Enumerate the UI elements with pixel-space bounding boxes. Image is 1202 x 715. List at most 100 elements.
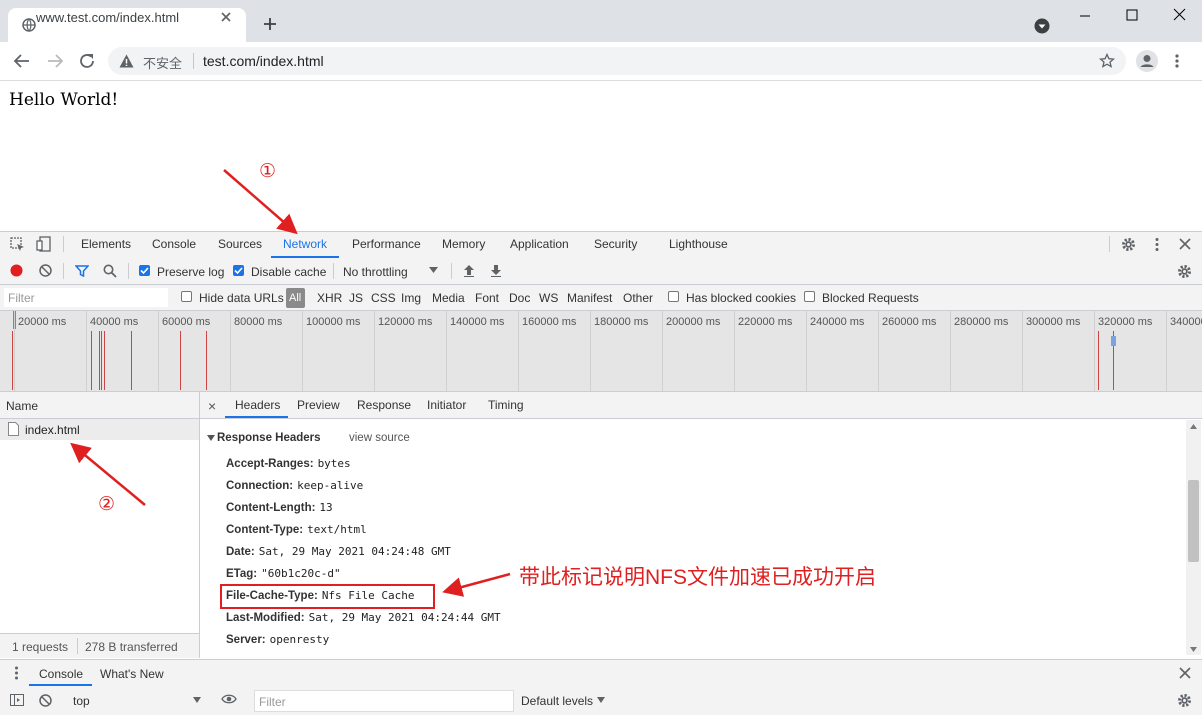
gear-icon[interactable]	[1121, 237, 1136, 252]
tab-performance[interactable]: Performance	[352, 237, 421, 251]
divider	[333, 263, 334, 279]
type-filter-manifest[interactable]: Manifest	[567, 291, 612, 305]
tab-sources[interactable]: Sources	[218, 237, 262, 251]
search-icon[interactable]	[103, 264, 117, 278]
tab-response[interactable]: Response	[357, 398, 411, 412]
close-devtools-icon[interactable]	[1179, 238, 1191, 250]
tab-preview[interactable]: Preview	[297, 398, 340, 412]
tab-lighthouse[interactable]: Lighthouse	[669, 237, 728, 251]
throttling-select[interactable]: No throttling	[343, 265, 408, 279]
tab-network[interactable]: Network	[283, 237, 327, 251]
timeline-gridline	[1094, 311, 1095, 391]
tab-title: www.test.com/index.html	[36, 10, 180, 25]
timeline-gridline	[590, 311, 591, 391]
forward-icon[interactable]	[46, 52, 64, 70]
context-select[interactable]: top	[73, 694, 90, 708]
disable-cache-checkbox[interactable]	[233, 265, 244, 276]
view-source-link[interactable]: view source	[349, 432, 410, 444]
drawer-tab-console[interactable]: Console	[39, 667, 83, 681]
maximize-icon[interactable]	[1117, 5, 1147, 27]
scroll-thumb[interactable]	[1188, 480, 1199, 562]
annotation-highlight-box	[220, 584, 435, 609]
warning-icon[interactable]	[119, 54, 134, 68]
sidebar-toggle-icon[interactable]	[10, 693, 24, 707]
overview-request-marker	[101, 331, 102, 390]
eye-icon[interactable]	[221, 693, 237, 705]
has-blocked-cookies-checkbox[interactable]	[668, 291, 679, 302]
blocked-requests-checkbox[interactable]	[804, 291, 815, 302]
reload-icon[interactable]	[78, 52, 96, 70]
clear-icon[interactable]	[39, 264, 52, 277]
url-text[interactable]: test.com/index.html	[203, 53, 324, 69]
minimize-icon[interactable]	[1070, 5, 1100, 27]
overview-request-marker	[91, 331, 92, 390]
star-icon[interactable]	[1099, 53, 1115, 69]
timeline-tick-label: 100000 ms	[306, 316, 361, 328]
timeline-tick-label: 120000 ms	[378, 316, 433, 328]
scroll-up-icon[interactable]	[1190, 424, 1197, 429]
tab-application[interactable]: Application	[510, 237, 569, 251]
tab-headers[interactable]: Headers	[235, 398, 280, 412]
type-filter-xhr[interactable]: XHR	[317, 291, 342, 305]
timeline-tick-label: 180000 ms	[594, 316, 649, 328]
header-key: Content-Length:	[226, 502, 316, 514]
type-filter-doc[interactable]: Doc	[509, 291, 530, 305]
type-filter-css[interactable]: CSS	[371, 291, 396, 305]
new-tab-icon[interactable]	[262, 16, 278, 32]
tab-search-icon[interactable]	[1034, 18, 1050, 34]
inspect-icon[interactable]	[10, 237, 25, 252]
tab-timing[interactable]: Timing	[488, 398, 524, 412]
header-row: ETag: "60b1c20c-d"	[226, 566, 341, 580]
tab-memory[interactable]: Memory	[442, 237, 485, 251]
header-value: openresty	[269, 633, 330, 646]
caret-down-icon[interactable]	[207, 435, 215, 442]
overview-request-marker	[99, 331, 100, 390]
timeline-tick-label: 200000 ms	[666, 316, 721, 328]
console-settings-icon[interactable]	[1177, 693, 1192, 708]
timeline-gridline	[446, 311, 447, 391]
type-filter-other[interactable]: Other	[623, 291, 653, 305]
record-icon[interactable]	[10, 264, 23, 277]
kebab-menu-icon[interactable]	[1154, 237, 1160, 252]
active-tab-indicator	[271, 256, 339, 258]
type-filter-js[interactable]: JS	[349, 291, 363, 305]
type-filter-all[interactable]: All	[286, 288, 305, 308]
request-name: index.html	[25, 423, 80, 437]
close-detail-icon[interactable]: ×	[208, 398, 216, 414]
type-filter-font[interactable]: Font	[475, 291, 499, 305]
hide-data-urls-checkbox[interactable]	[181, 291, 192, 302]
more-icon[interactable]	[1174, 53, 1180, 69]
drawer-menu-icon[interactable]	[14, 666, 19, 680]
tab-elements[interactable]: Elements	[81, 237, 131, 251]
chevron-down-icon	[429, 267, 438, 274]
filter-input[interactable]: Filter	[4, 288, 168, 307]
name-column-header[interactable]: Name	[0, 392, 199, 419]
type-filter-ws[interactable]: WS	[539, 291, 558, 305]
drawer-tab-whats-new[interactable]: What's New	[100, 667, 164, 681]
preserve-log-checkbox[interactable]	[139, 265, 150, 276]
type-filter-img[interactable]: Img	[401, 291, 421, 305]
avatar[interactable]	[1136, 50, 1158, 72]
filter-icon[interactable]	[75, 265, 89, 277]
annotation-marker-1: ①	[259, 161, 277, 182]
tab-close-icon[interactable]	[218, 9, 234, 25]
close-drawer-icon[interactable]	[1179, 667, 1191, 679]
log-levels-select[interactable]: Default levels	[521, 694, 593, 708]
window-close-icon[interactable]	[1165, 5, 1195, 27]
back-icon[interactable]	[13, 52, 31, 70]
type-filter-media[interactable]: Media	[432, 291, 465, 305]
table-row[interactable]: index.html	[0, 419, 199, 440]
device-toolbar-icon[interactable]	[36, 236, 51, 252]
chevron-down-icon	[597, 697, 605, 703]
console-filter-input[interactable]: Filter	[254, 690, 514, 712]
tab-console[interactable]: Console	[152, 237, 196, 251]
network-settings-icon[interactable]	[1177, 264, 1192, 279]
tab-security[interactable]: Security	[594, 237, 637, 251]
import-har-icon[interactable]	[463, 264, 475, 277]
header-row: Content-Length: 13	[226, 500, 333, 514]
scroll-down-icon[interactable]	[1190, 647, 1197, 652]
tab-initiator[interactable]: Initiator	[427, 398, 466, 412]
export-har-icon[interactable]	[490, 264, 502, 277]
clear-console-icon[interactable]	[39, 694, 52, 707]
section-title[interactable]: Response Headers	[217, 432, 321, 444]
